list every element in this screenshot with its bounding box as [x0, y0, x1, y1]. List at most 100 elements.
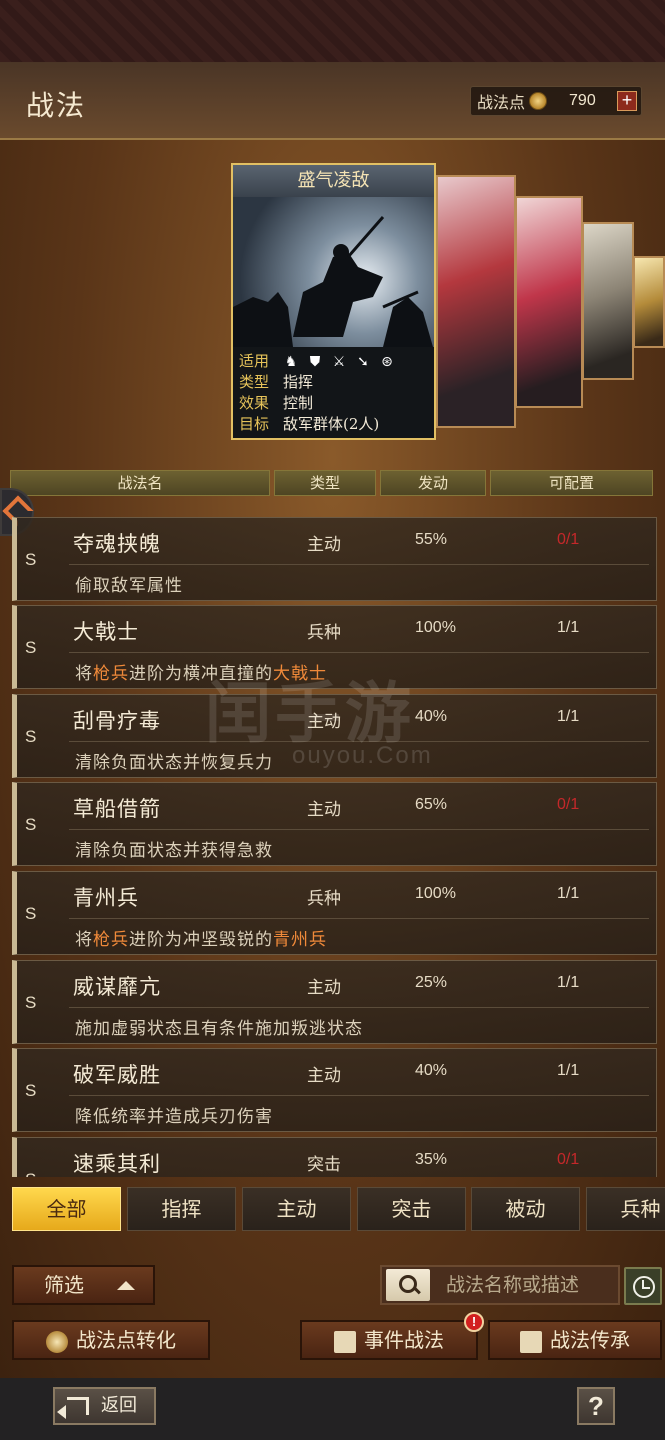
tactic-config: 1/1	[557, 1062, 580, 1079]
back-arrow-icon	[57, 1397, 89, 1419]
back-button[interactable]: 返回	[53, 1387, 156, 1425]
tactic-card-preview[interactable]	[515, 196, 583, 408]
points-label: 战法点	[477, 93, 526, 112]
category-tabs: 全部 指挥 主动 突击 被动 兵种	[12, 1187, 665, 1231]
tactic-type: 主动	[307, 800, 341, 820]
troop-icons: ♞ ⛊ ⚔ ➘ ⊛	[283, 351, 395, 372]
tactic-grade: S	[25, 638, 37, 657]
tactic-type: 兵种	[307, 623, 341, 643]
card-artwork	[233, 197, 434, 347]
column-header-name[interactable]: 战法名	[10, 470, 270, 496]
tactic-rate: 25%	[415, 974, 448, 991]
tab-command[interactable]: 指挥	[127, 1187, 236, 1231]
tactic-name: 破军威胜	[73, 1063, 161, 1087]
tab-passive[interactable]: 被动	[471, 1187, 580, 1231]
type-value: 指挥	[283, 373, 314, 391]
target-label: 目标	[239, 415, 270, 433]
tactic-name: 速乘其利	[73, 1152, 161, 1176]
tactic-rate: 65%	[415, 796, 448, 813]
tactic-card-preview[interactable]	[582, 222, 634, 380]
wheel-icon: ⊛	[381, 353, 393, 370]
tactic-config: 0/1	[557, 531, 580, 548]
column-header-type[interactable]: 类型	[274, 470, 376, 496]
tactic-description: 清除负面状态并获得急救	[75, 841, 273, 861]
alert-badge: !	[464, 1312, 484, 1332]
inherit-tactics-button[interactable]: 战法传承	[488, 1320, 662, 1360]
tactic-config: 1/1	[557, 974, 580, 991]
tactic-grade: S	[25, 1170, 36, 1177]
search-input[interactable]	[434, 1269, 616, 1301]
tactic-type: 主动	[307, 1066, 341, 1086]
card-title: 盛气凌敌	[233, 165, 434, 197]
chevron-up-icon	[117, 1281, 135, 1290]
column-header-activation[interactable]: 发动	[380, 470, 486, 496]
applicable-label: 适用	[239, 352, 270, 370]
watermark-url: ouyou.Com	[292, 742, 433, 769]
column-header-configurable[interactable]: 可配置	[490, 470, 653, 496]
tab-assault[interactable]: 突击	[357, 1187, 466, 1231]
desc-highlight: 枪兵	[93, 930, 129, 950]
convert-label: 战法点转化	[76, 1328, 176, 1352]
tactic-description: 将枪兵进阶为冲坚毁锐的青州兵	[75, 925, 327, 950]
tactic-type: 突击	[307, 1155, 341, 1175]
event-label: 事件战法	[364, 1328, 444, 1352]
tactic-name: 大戟士	[73, 620, 139, 644]
featured-tactic-card[interactable]: 盛气凌敌 适用 ♞ ⛊ ⚔ ➘ ⊛ 类型 指挥 效果 控制 目标 敌军群体(2人…	[231, 163, 436, 440]
help-button[interactable]: ?	[577, 1387, 615, 1425]
tab-all[interactable]: 全部	[12, 1187, 121, 1231]
scroll-icon	[334, 1330, 356, 1353]
list-item[interactable]: S 草船借箭 主动 65% 0/1 清除负面状态并获得急救	[12, 782, 657, 866]
convert-points-button[interactable]: 战法点转化	[12, 1320, 210, 1360]
list-item[interactable]: S 威谋靡亢 主动 25% 1/1 施加虚弱状态且有条件施加叛逃状态	[12, 960, 657, 1044]
tactic-card-preview[interactable]	[633, 256, 665, 348]
tactic-name: 刮骨疗毒	[73, 709, 161, 733]
tactic-type: 主动	[307, 978, 341, 998]
tactic-config: 1/1	[557, 708, 580, 725]
tactic-grade: S	[25, 727, 37, 746]
effect-value: 控制	[283, 394, 314, 412]
tactic-name: 夺魂挟魄	[73, 532, 161, 556]
tactic-grade: S	[25, 1081, 37, 1100]
inherit-label: 战法传承	[550, 1328, 630, 1352]
back-label: 返回	[101, 1395, 137, 1416]
coin-icon	[529, 92, 548, 110]
arrow-icon: ➘	[357, 353, 369, 370]
search-box	[380, 1265, 620, 1305]
tab-active[interactable]: 主动	[242, 1187, 351, 1231]
tactics-list[interactable]: S 夺魂挟魄 主动 55% 0/1 偷取敌军属性 S 大戟士 兵种 100% 1…	[12, 517, 657, 1177]
row-divider	[69, 652, 649, 653]
tactic-type: 主动	[307, 535, 341, 555]
add-points-button[interactable]: +	[617, 91, 637, 111]
points-value: 790	[569, 92, 596, 109]
warrior-silhouette-art	[233, 216, 433, 347]
tactic-grade: S	[25, 815, 37, 834]
tactic-grade: S	[25, 904, 37, 923]
tactics-table-header: 战法名 类型 发动 可配置	[10, 470, 657, 496]
tactic-rate: 100%	[415, 885, 456, 902]
desc-highlight: 青州兵	[273, 930, 327, 950]
history-clock-icon[interactable]	[624, 1267, 662, 1305]
event-tactics-button[interactable]: 事件战法 !	[300, 1312, 484, 1360]
row-divider	[69, 1007, 649, 1008]
row-divider	[69, 564, 649, 565]
search-icon[interactable]	[386, 1269, 430, 1301]
list-item[interactable]: S 速乘其利 突击 35% 0/1	[12, 1137, 657, 1177]
page-title: 战法	[26, 89, 87, 122]
list-item[interactable]: S 夺魂挟魄 主动 55% 0/1 偷取敌军属性	[12, 517, 657, 601]
filter-button[interactable]: 筛选	[12, 1265, 155, 1305]
tactic-description: 施加虚弱状态且有条件施加叛逃状态	[75, 1019, 363, 1039]
tactic-config: 0/1	[557, 796, 580, 813]
effect-label: 效果	[239, 394, 270, 412]
list-item[interactable]: S 破军威胜 主动 40% 1/1 降低统率并造成兵刃伤害	[12, 1048, 657, 1132]
tactic-config: 1/1	[557, 885, 580, 902]
tactic-name: 威谋靡亢	[73, 975, 161, 999]
card-info-panel: 适用 ♞ ⛊ ⚔ ➘ ⊛ 类型 指挥 效果 控制 目标 敌军群体(2人)	[233, 347, 434, 438]
tab-troop[interactable]: 兵种	[586, 1187, 665, 1231]
tactic-rate: 35%	[415, 1151, 448, 1168]
filter-label: 筛选	[44, 1273, 84, 1297]
row-divider	[69, 918, 649, 919]
tactic-card-preview[interactable]	[436, 175, 516, 428]
tactic-type: 兵种	[307, 889, 341, 909]
list-item[interactable]: S 青州兵 兵种 100% 1/1 将枪兵进阶为冲坚毁锐的青州兵	[12, 871, 657, 955]
coin-icon	[46, 1330, 68, 1353]
